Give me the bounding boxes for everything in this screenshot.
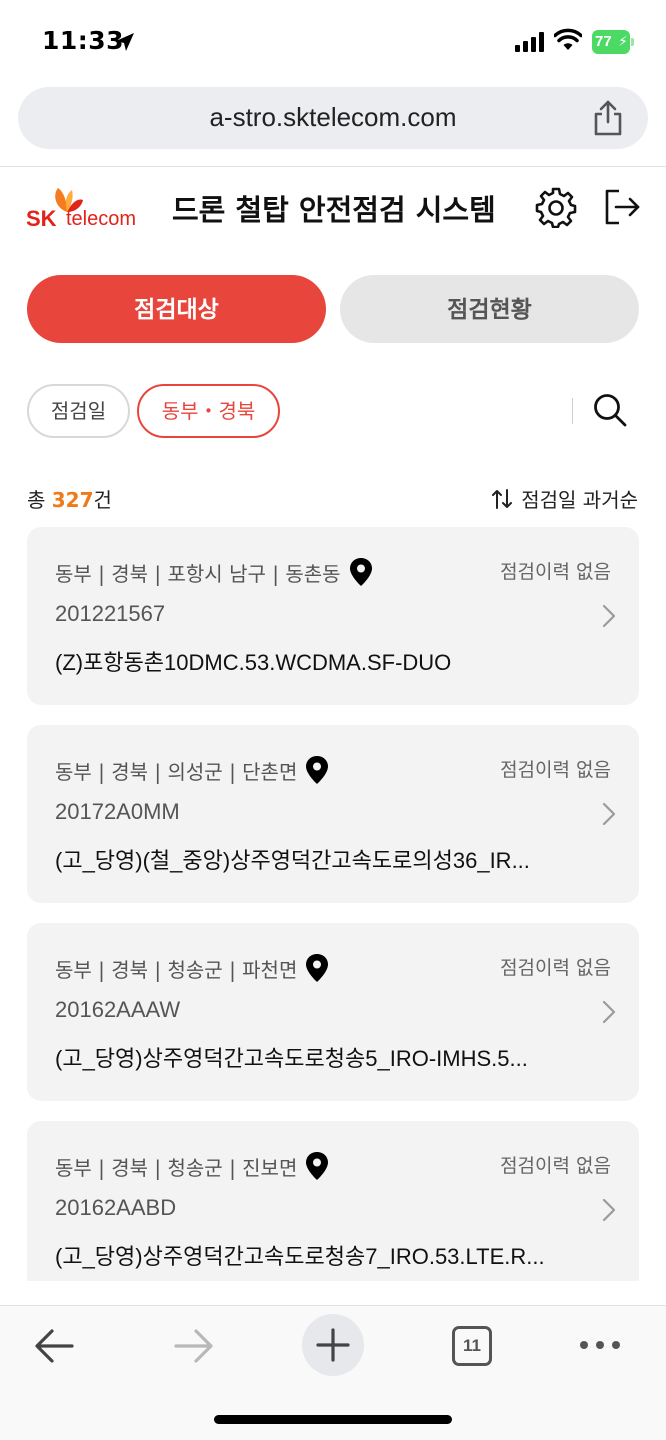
item-name: (고_당영)상주영덕간고속도로청송5_IRO-IMHS.5... <box>55 1046 528 1071</box>
total-count-label: 총 327건 <box>27 484 112 513</box>
total-suffix: 건 <box>93 488 112 512</box>
plus-icon <box>316 1328 350 1362</box>
item-region: 동부 | 경북 | 의성군 | 단촌면 <box>55 755 329 785</box>
signal-icon <box>515 32 544 52</box>
item-region: 동부 | 경북 | 청송군 | 진보면 <box>55 1151 329 1181</box>
battery-level: 77 <box>595 33 612 50</box>
map-pin-icon[interactable] <box>305 953 329 983</box>
tabs-button[interactable]: 11 <box>452 1326 492 1366</box>
item-id: 20162AABD <box>55 1195 177 1220</box>
item-id: 20162AAAW <box>55 997 181 1022</box>
item-region: 동부 | 경북 | 포항시 남구 | 동촌동 <box>55 557 373 587</box>
list-item[interactable]: 동부 | 경북 | 청송군 | 파천면 점검이력 없음 20162AAAW (고… <box>27 923 639 1101</box>
logo-sk-text: SK <box>26 206 57 231</box>
status-bar: 11:33 77 ⚡ <box>0 0 666 84</box>
browser-toolbar: 11 <box>0 1305 666 1440</box>
item-history: 점검이력 없음 <box>500 1155 611 1177</box>
item-region-text: 동부 | 경북 | 청송군 | 파천면 <box>55 958 298 982</box>
list-item[interactable]: 동부 | 경북 | 청송군 | 진보면 점검이력 없음 20162AABD (고… <box>27 1121 639 1281</box>
chevron-right-icon <box>602 1198 616 1222</box>
item-history: 점검이력 없음 <box>500 957 611 979</box>
list-item[interactable]: 동부 | 경북 | 포항시 남구 | 동촌동 점검이력 없음 201221567… <box>27 527 639 705</box>
filter-chip-region[interactable]: 동부・경북 <box>137 384 280 438</box>
divider <box>0 166 666 167</box>
filter-chip-date[interactable]: 점검일 <box>27 384 130 438</box>
tab-inspection-status[interactable]: 점검현황 <box>340 275 639 343</box>
tab-inspection-targets[interactable]: 점검대상 <box>27 275 326 343</box>
item-region: 동부 | 경북 | 청송군 | 파천면 <box>55 953 329 983</box>
wifi-icon <box>554 28 582 50</box>
item-id: 201221567 <box>55 601 166 626</box>
item-name: (고_당영)상주영덕간고속도로청송7_IRO.53.LTE.R... <box>55 1244 545 1269</box>
total-count: 327 <box>51 488 94 512</box>
status-time: 11:33 <box>42 26 125 55</box>
map-pin-icon[interactable] <box>305 1151 329 1181</box>
total-prefix: 총 <box>27 488 52 512</box>
item-history: 점검이력 없음 <box>500 759 611 781</box>
map-pin-icon[interactable] <box>305 755 329 785</box>
item-id: 20172A0MM <box>55 799 180 824</box>
map-pin-icon[interactable] <box>349 557 373 587</box>
tower-list: 동부 | 경북 | 포항시 남구 | 동촌동 점검이력 없음 201221567… <box>27 527 639 1281</box>
url-text: a-stro.sktelecom.com <box>209 102 457 132</box>
logout-icon[interactable] <box>603 188 641 226</box>
chevron-right-icon <box>602 1000 616 1024</box>
back-icon[interactable] <box>32 1326 76 1366</box>
forward-icon[interactable] <box>172 1326 216 1366</box>
item-name: (고_당영)(철_중앙)상주영덕간고속도로의성36_IR... <box>55 848 530 873</box>
charging-bolt-icon: ⚡ <box>618 34 628 50</box>
chevron-right-icon <box>602 604 616 628</box>
sort-label: 점검일 과거순 <box>521 488 638 512</box>
sort-icon <box>492 489 513 509</box>
vertical-divider <box>572 398 573 424</box>
item-history: 점검이력 없음 <box>500 561 611 583</box>
search-icon[interactable] <box>592 392 628 428</box>
sk-telecom-logo[interactable]: SK telecom <box>24 184 144 234</box>
logo-telecom-text: telecom <box>66 208 137 230</box>
address-bar[interactable]: a-stro.sktelecom.com <box>18 87 648 149</box>
home-indicator[interactable] <box>214 1415 452 1424</box>
item-region-text: 동부 | 경북 | 포항시 남구 | 동촌동 <box>55 562 341 586</box>
sort-button[interactable]: 점검일 과거순 <box>491 484 638 513</box>
chevron-right-icon <box>602 802 616 826</box>
list-item[interactable]: 동부 | 경북 | 의성군 | 단촌면 점검이력 없음 20172A0MM (고… <box>27 725 639 903</box>
gear-icon[interactable] <box>535 186 577 228</box>
page-title: 드론 철탑 안전점검 시스템 <box>172 193 496 227</box>
location-arrow-icon <box>116 33 134 51</box>
item-region-text: 동부 | 경북 | 청송군 | 진보면 <box>55 1156 298 1180</box>
share-icon[interactable] <box>592 100 624 136</box>
battery-icon: 77 ⚡ <box>592 30 634 54</box>
item-region-text: 동부 | 경북 | 의성군 | 단촌면 <box>55 760 298 784</box>
new-tab-button[interactable] <box>302 1314 364 1376</box>
more-icon[interactable] <box>578 1334 622 1356</box>
item-name: (Z)포항동촌10DMC.53.WCDMA.SF-DUO <box>55 650 452 675</box>
